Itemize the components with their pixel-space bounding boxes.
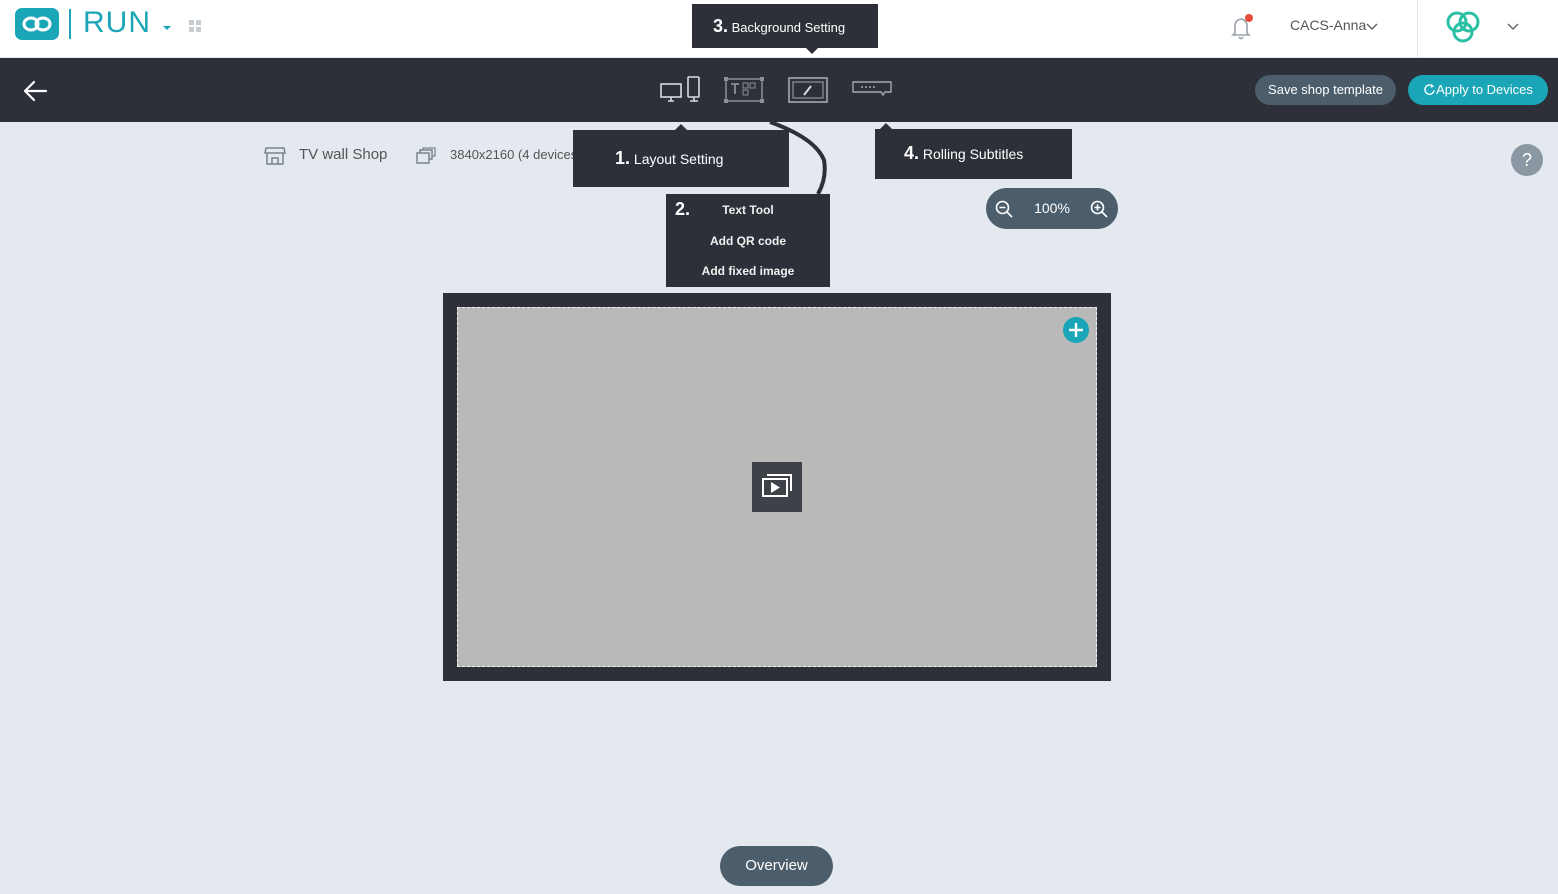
callout-pointer xyxy=(806,48,818,54)
add-qr-code-item[interactable]: Add QR code xyxy=(666,234,830,248)
callout-background-setting: 3. Background Setting xyxy=(692,4,878,48)
callout-number: 1. xyxy=(615,148,631,168)
callout-label: Background Setting xyxy=(731,20,846,35)
plus-icon[interactable] xyxy=(1063,317,1089,343)
callout-number: 3. xyxy=(713,16,729,36)
callout-rolling-subtitles: 4. Rolling Subtitles xyxy=(875,129,1072,179)
canvas-drop-area[interactable] xyxy=(457,307,1097,667)
callout-number: 4. xyxy=(904,143,920,163)
overview-button[interactable]: Overview xyxy=(720,846,833,886)
callout-text-tool: 2. Text Tool Add QR code Add fixed image xyxy=(666,194,830,287)
text-tool-item[interactable]: Text Tool xyxy=(666,203,830,217)
tv-wall-canvas xyxy=(443,293,1111,681)
callout-layout-setting: 1. Layout Setting xyxy=(573,130,789,187)
media-play-icon[interactable] xyxy=(752,462,802,512)
callout-label: Rolling Subtitles xyxy=(922,146,1024,162)
callout-label: Layout Setting xyxy=(633,151,724,167)
add-fixed-image-item[interactable]: Add fixed image xyxy=(666,264,830,278)
